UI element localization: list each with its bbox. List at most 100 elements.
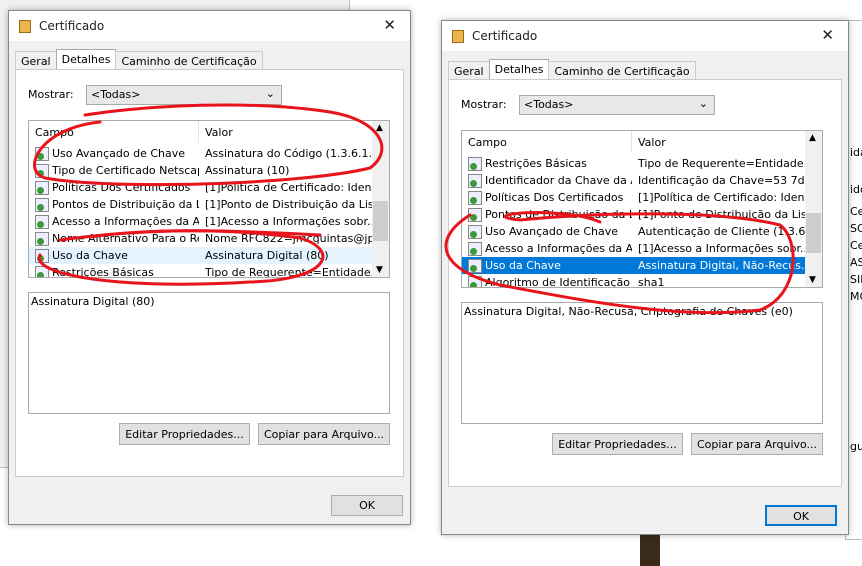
list-header: Campo Valor xyxy=(29,121,373,143)
table-row[interactable]: Restrições Básicas Tipo de Requerente=Ent… xyxy=(462,155,806,172)
table-row[interactable]: Políticas Dos Certificados [1]Política de… xyxy=(29,179,373,196)
certificate-dialog-left: Certificado ✕ Geral Detalhes Caminho de … xyxy=(8,10,411,525)
show-label: Mostrar: xyxy=(28,88,74,101)
field-value: Assinatura Digital (80) xyxy=(205,249,329,262)
certificate-extension-icon xyxy=(468,173,482,188)
table-row[interactable]: Restrições Básicas Tipo de Requerente=Ent… xyxy=(29,264,373,278)
table-row[interactable]: Acesso a Informações da A... [1]Acesso a … xyxy=(29,213,373,230)
tab-detalhes[interactable]: Detalhes xyxy=(55,49,117,69)
scrollbar[interactable]: ▲ ▼ xyxy=(805,131,822,287)
bg-text: gur xyxy=(850,440,862,453)
copy-to-file-button[interactable]: Copiar para Arquivo... xyxy=(691,433,823,455)
tab-caminho[interactable]: Caminho de Certificação xyxy=(548,61,696,79)
details-panel: Mostrar: <Todas> ⌄ Campo Valor Uso Avançad… xyxy=(15,69,404,477)
field-value: Tipo de Requerente=Entidade... xyxy=(205,266,373,278)
tab-bar: Geral Detalhes Caminho de Certificação xyxy=(448,59,696,79)
field-value: [1]Política de Certificado: Iden... xyxy=(638,191,806,204)
table-row[interactable]: Políticas Dos Certificados [1]Política de… xyxy=(462,189,806,206)
field-value: Assinatura Digital, Não-Recus... xyxy=(638,259,806,272)
ok-button[interactable]: OK xyxy=(765,505,837,526)
chevron-down-icon[interactable]: ▼ xyxy=(376,265,383,275)
certificate-extension-icon xyxy=(35,180,49,195)
chevron-down-icon[interactable]: ▼ xyxy=(809,275,816,285)
field-value: sha1 xyxy=(638,276,665,288)
bg-text: SOLU xyxy=(850,222,862,235)
field-value: Autenticação de Cliente (1.3.6... xyxy=(638,225,806,238)
table-row[interactable]: Tipo de Certificado Netscape Assinatura (… xyxy=(29,162,373,179)
tab-geral[interactable]: Geral xyxy=(448,61,490,79)
scrollbar[interactable]: ▲ ▼ xyxy=(372,121,389,277)
table-row[interactable]: Pontos de Distribuição da Li... [1]Ponto … xyxy=(29,196,373,213)
certificate-extension-icon xyxy=(35,146,49,161)
bg-text: SINC xyxy=(850,273,862,286)
table-row[interactable]: Acesso a Informações da A... [1]Acesso a … xyxy=(462,240,806,257)
show-label: Mostrar: xyxy=(461,98,507,111)
chevron-up-icon[interactable]: ▲ xyxy=(809,133,816,143)
detail-textbox[interactable]: Assinatura Digital, Não-Recusa, Criptogr… xyxy=(461,302,823,424)
field-name: Uso Avançado de Chave xyxy=(485,225,619,238)
field-name: Políticas Dos Certificados xyxy=(52,181,191,194)
field-value: [1]Acesso a Informações sobr... xyxy=(638,242,806,255)
close-button[interactable]: ✕ xyxy=(383,16,396,34)
field-value: Assinatura do Código (1.3.6.1... xyxy=(205,147,373,160)
table-row[interactable]: Uso da Chave Assinatura Digital (80) xyxy=(29,247,373,264)
col-valor[interactable]: Valor xyxy=(632,131,806,153)
ok-button[interactable]: OK xyxy=(331,495,403,516)
col-valor[interactable]: Valor xyxy=(199,121,373,143)
field-name: Pontos de Distribuição da Li... xyxy=(52,198,199,211)
scroll-thumb[interactable] xyxy=(806,213,821,253)
certificate-extension-icon xyxy=(468,207,482,222)
dialog-title: Certificado xyxy=(472,29,538,43)
certificate-extension-icon xyxy=(468,241,482,256)
certificate-icon xyxy=(19,20,31,33)
field-name: Algoritmo de Identificação xyxy=(485,276,630,288)
footer: OK xyxy=(9,484,410,524)
table-row[interactable]: Identificador da Chave da A... Identifica… xyxy=(462,172,806,189)
field-name: Restrições Básicas xyxy=(485,157,587,170)
field-name: Uso da Chave xyxy=(485,259,561,272)
certificate-extension-icon xyxy=(468,258,482,273)
edit-properties-button[interactable]: Editar Propriedades... xyxy=(552,433,683,455)
fields-list[interactable]: Campo Valor Uso Avançado de Chave Assinatu… xyxy=(28,120,390,278)
bg-text: ASA xyxy=(850,256,862,269)
field-value: [1]Acesso a Informações sobr... xyxy=(205,215,373,228)
copy-to-file-button[interactable]: Copiar para Arquivo... xyxy=(258,423,390,445)
table-row[interactable]: Uso Avançado de Chave Autenticação de Cli… xyxy=(462,223,806,240)
certificate-extension-icon xyxy=(468,190,482,205)
table-row[interactable]: Uso Avançado de Chave Assinatura do Códig… xyxy=(29,145,373,162)
tab-detalhes[interactable]: Detalhes xyxy=(488,59,550,79)
details-panel: Mostrar: <Todas> ⌄ Campo Valor Restrições … xyxy=(448,79,842,487)
field-name: Políticas Dos Certificados xyxy=(485,191,624,204)
col-campo[interactable]: Campo xyxy=(462,131,632,153)
field-name: Uso Avançado de Chave xyxy=(52,147,186,160)
certificate-extension-icon xyxy=(35,248,49,263)
certificate-extension-icon xyxy=(468,224,482,239)
bg-text: Cert xyxy=(850,239,862,252)
field-name: Tipo de Certificado Netscape xyxy=(52,164,199,177)
table-row[interactable]: Algoritmo de Identificação sha1 xyxy=(462,274,806,288)
table-row[interactable]: Nome Alternativo Para o Re... Nome RFC822… xyxy=(29,230,373,247)
field-value: Assinatura (10) xyxy=(205,164,290,177)
show-value: <Todas> xyxy=(91,88,141,101)
detail-textbox[interactable]: Assinatura Digital (80) xyxy=(28,292,390,414)
certificate-icon xyxy=(452,30,464,43)
bg-text: ido xyxy=(850,183,862,196)
chevron-up-icon[interactable]: ▲ xyxy=(376,123,383,133)
chevron-down-icon: ⌄ xyxy=(265,87,275,100)
fields-list[interactable]: Campo Valor Restrições Básicas Tipo de Req… xyxy=(461,130,823,288)
bg-text: idad xyxy=(850,146,862,159)
scroll-thumb[interactable] xyxy=(373,201,388,241)
col-campo[interactable]: Campo xyxy=(29,121,199,143)
tab-geral[interactable]: Geral xyxy=(15,51,57,69)
field-value: [1]Ponto de Distribuição da Lis... xyxy=(638,208,806,221)
field-name: Nome Alternativo Para o Re... xyxy=(52,232,199,245)
edit-properties-button[interactable]: Editar Propriedades... xyxy=(119,423,250,445)
bg-text: MOD xyxy=(850,290,862,303)
show-select[interactable]: <Todas> ⌄ xyxy=(519,95,715,115)
table-row[interactable]: Pontos de Distribuição da Li... [1]Ponto … xyxy=(462,206,806,223)
show-select[interactable]: <Todas> ⌄ xyxy=(86,85,282,105)
bg-text: Cert xyxy=(850,205,862,218)
close-button[interactable]: ✕ xyxy=(821,26,834,44)
tab-caminho[interactable]: Caminho de Certificação xyxy=(115,51,263,69)
table-row[interactable]: Uso da Chave Assinatura Digital, Não-Recu… xyxy=(462,257,806,274)
